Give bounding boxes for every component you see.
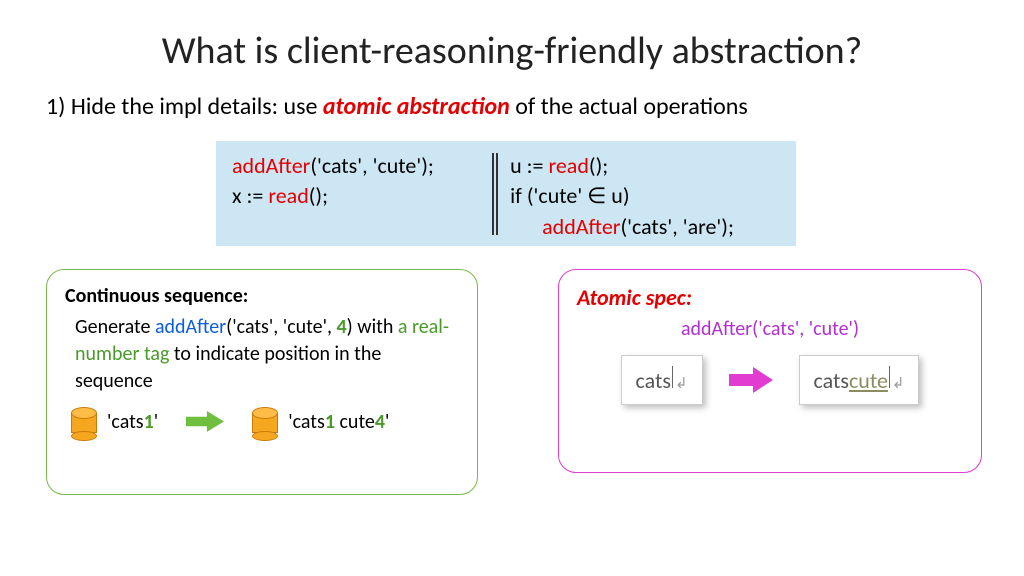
code-r-upost: (); [589, 152, 608, 179]
code-r-args: ('cats', 'are'); [620, 213, 733, 240]
bullet-1: 1) Hide the impl details: use atomic abs… [46, 92, 748, 121]
code-l-xpost: (); [309, 182, 328, 209]
continuous-sequence-desc: Generate addAfter('cats', 'cute', 4) wit… [75, 314, 459, 395]
code-r-read: read [548, 152, 588, 179]
bullet-1-prefix: 1) Hide the impl details: use [46, 92, 323, 121]
arrow-right-icon [729, 367, 773, 393]
code-l-args1: ('cats', 'cute'); [310, 152, 433, 179]
cs-desc-tag: 4 [337, 315, 347, 339]
snap2-a: cats [814, 367, 849, 394]
return-glyph-icon: ↲ [675, 374, 688, 393]
atomic-spec-panel: Atomic spec: addAfter('cats', 'cute') ca… [558, 269, 982, 473]
cyl1-post: ' [154, 410, 158, 434]
snapshot-after: cats cute↲ [799, 355, 920, 405]
cyl-label-2: 'cats1 cute4' [288, 410, 389, 434]
parallel-divider [490, 141, 500, 246]
code-r-addafter: addAfter [542, 213, 620, 240]
cyl2-pre: 'cats [288, 410, 325, 434]
code-box: addAfter('cats', 'cute'); x := read(); u… [216, 141, 796, 246]
code-col-left: addAfter('cats', 'cute'); x := read(); [216, 141, 490, 246]
snap2-b: cute [849, 367, 888, 394]
cyl2-tag: 1 [325, 410, 335, 434]
text-cursor-icon [672, 366, 673, 388]
cs-desc-fn: addAfter [155, 315, 226, 339]
snapshot-row: cats↲ cats cute↲ [577, 355, 963, 405]
snap1-text: cats [636, 367, 671, 394]
bullet-1-emph: atomic abstraction [323, 92, 510, 121]
cyl2-post: ' [385, 410, 389, 434]
cylinder-row: 'cats1' 'cats1 cute4' [71, 407, 459, 437]
cs-desc-pre: Generate [75, 315, 155, 339]
slide-title: What is client-reasoning-friendly abstra… [0, 28, 1024, 74]
database-icon [71, 407, 97, 437]
continuous-sequence-title: Continuous sequence: [65, 284, 459, 308]
cyl2-tag2: 4 [375, 410, 385, 434]
code-r-upre: u := [510, 152, 548, 179]
code-l-addafter: addAfter [232, 152, 310, 179]
cyl-label-1: 'cats1' [107, 410, 158, 434]
cyl1-pre: 'cats [107, 410, 144, 434]
code-r-if: if ('cute' ∈ u) [510, 181, 784, 211]
bullet-1-suffix: of the actual operations [510, 92, 748, 121]
code-col-right: u := read(); if ('cute' ∈ u) addAfter('c… [500, 141, 796, 246]
text-cursor-icon [889, 366, 890, 388]
parallel-bars-icon [492, 153, 498, 235]
code-l-xpre: x := [232, 182, 268, 209]
continuous-sequence-panel: Continuous sequence: Generate addAfter('… [46, 269, 478, 495]
arrow-right-icon [186, 411, 224, 433]
return-glyph-icon: ↲ [892, 374, 905, 393]
database-icon [252, 407, 278, 437]
cyl2-mid: cute [335, 410, 375, 434]
atomic-spec-call: addAfter('cats', 'cute') [577, 317, 963, 341]
cs-desc-a1: 'cats', 'cute', [232, 315, 336, 339]
snapshot-before: cats↲ [621, 355, 703, 405]
cyl1-tag: 1 [144, 410, 154, 434]
code-l-read: read [268, 182, 308, 209]
cs-desc-mid: with [353, 315, 398, 339]
atomic-spec-title: Atomic spec: [577, 284, 963, 311]
